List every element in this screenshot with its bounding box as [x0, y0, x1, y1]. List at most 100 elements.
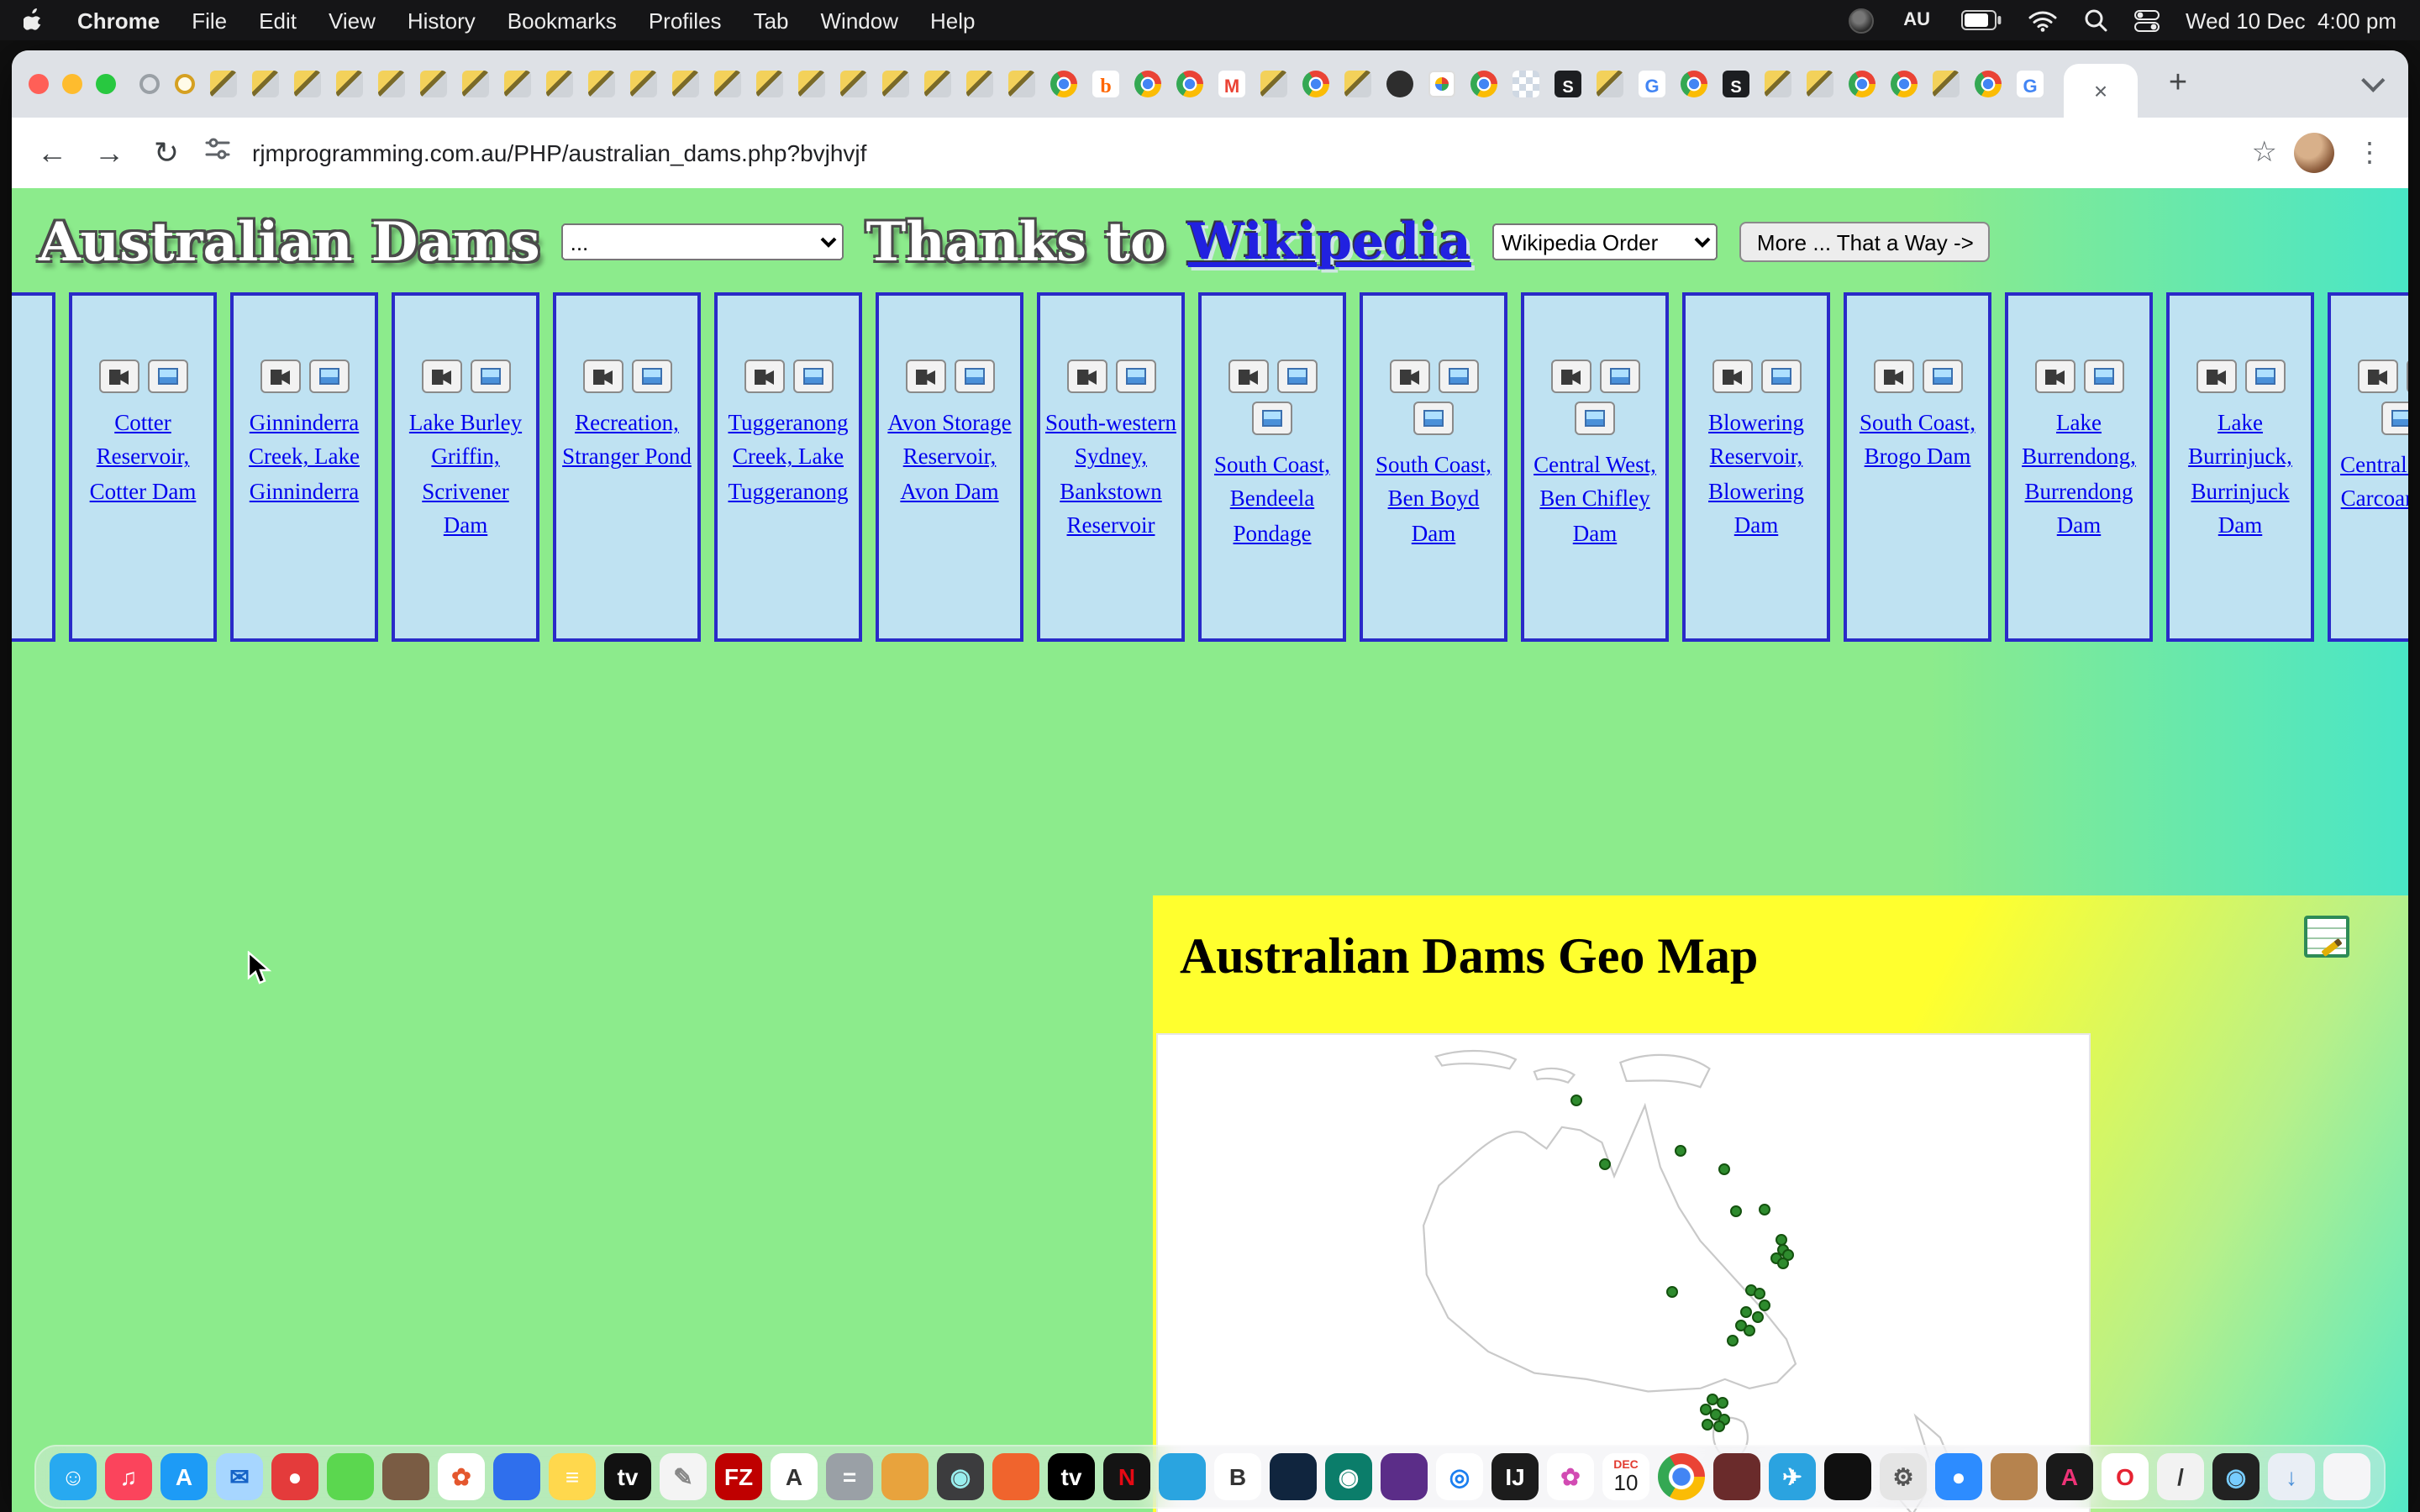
dock-icon-chrome[interactable]: [1658, 1453, 1705, 1500]
video-icon[interactable]: [2196, 360, 2236, 393]
tab-favicon-google[interactable]: [1639, 71, 1665, 97]
video-icon[interactable]: [1389, 360, 1429, 393]
tab-favicon-black[interactable]: [1386, 71, 1413, 97]
dock-icon-blue-circle-app[interactable]: [1159, 1453, 1206, 1500]
menu-item-profiles[interactable]: Profiles: [649, 8, 722, 33]
pic-icon[interactable]: [1115, 360, 1155, 393]
tab-favicon-tool[interactable]: [252, 71, 279, 97]
tab-favicon-tool[interactable]: [294, 71, 321, 97]
dam-link[interactable]: South Coast, Bendeela Pondage: [1202, 449, 1343, 551]
input-source-indicator[interactable]: AU: [1900, 10, 1933, 30]
pic-icon[interactable]: [1922, 360, 1962, 393]
menu-item-bookmarks[interactable]: Bookmarks: [508, 8, 617, 33]
tab-favicon-tool[interactable]: [714, 71, 741, 97]
tab-favicon-tool[interactable]: [1765, 71, 1791, 97]
tab-favicon-tool[interactable]: [630, 71, 657, 97]
tab-favicon-tool[interactable]: [1008, 71, 1035, 97]
dock-icon-black-app[interactable]: [1824, 1453, 1871, 1500]
wikipedia-link[interactable]: Wikipedia: [1188, 213, 1471, 271]
dock-icon-app-store[interactable]: A: [160, 1453, 208, 1500]
dock-icon-cd-app[interactable]: ◉: [2212, 1453, 2260, 1500]
menu-item-edit[interactable]: Edit: [259, 8, 297, 33]
tab-favicon-tool[interactable]: [378, 71, 405, 97]
video-icon[interactable]: [1228, 360, 1268, 393]
dock-icon-flower-app[interactable]: ✿: [1547, 1453, 1594, 1500]
tab-favicon-orange-b[interactable]: [1092, 71, 1119, 97]
pic-icon[interactable]: [470, 360, 510, 393]
pic-icon[interactable]: [1252, 402, 1292, 435]
tab-favicon-tool[interactable]: [924, 71, 951, 97]
tab-favicon-tool[interactable]: [504, 71, 531, 97]
video-icon[interactable]: [1550, 360, 1591, 393]
tab-favicon-chrome[interactable]: [1134, 71, 1161, 97]
dock-icon-maroon-app[interactable]: [1713, 1453, 1760, 1500]
dock-icon-tv[interactable]: tv: [604, 1453, 651, 1500]
pic-icon[interactable]: [308, 360, 349, 393]
dam-link[interactable]: Lake Burrendong, Burrendong Dam: [2008, 407, 2149, 543]
order-select[interactable]: Wikipedia Order: [1493, 223, 1718, 260]
dock-icon-brown-app[interactable]: [382, 1453, 429, 1500]
dock-icon-textedit[interactable]: ✎: [660, 1453, 707, 1500]
spotlight-search-icon[interactable]: [2083, 8, 2107, 32]
dam-marker[interactable]: [1719, 1164, 1731, 1176]
window-close-button[interactable]: [29, 74, 49, 94]
video-icon[interactable]: [1712, 360, 1752, 393]
tab-favicon-tool[interactable]: [588, 71, 615, 97]
video-icon[interactable]: [905, 360, 945, 393]
video-icon[interactable]: [98, 360, 139, 393]
tab-favicon-chrome[interactable]: [1681, 71, 1707, 97]
dam-select[interactable]: ...: [562, 223, 844, 260]
dock-icon-messages[interactable]: [327, 1453, 374, 1500]
menu-item-help[interactable]: Help: [930, 8, 976, 33]
dock-icon-orange-app[interactable]: [881, 1453, 929, 1500]
pic-icon[interactable]: [2406, 360, 2408, 393]
pic-icon[interactable]: [954, 360, 994, 393]
dam-marker[interactable]: [1758, 1203, 1770, 1215]
dock-icon-tan-app[interactable]: [1991, 1453, 2038, 1500]
dam-marker[interactable]: [1752, 1311, 1764, 1323]
active-tab[interactable]: ×: [2064, 64, 2138, 118]
dam-marker[interactable]: [1730, 1206, 1742, 1218]
tab-favicon-chrome[interactable]: [1302, 71, 1329, 97]
dam-marker[interactable]: [1754, 1289, 1766, 1300]
tab-favicon-tool[interactable]: [882, 71, 909, 97]
tab-favicon-dark-s[interactable]: [1723, 71, 1749, 97]
forward-button[interactable]: →: [89, 135, 129, 171]
tab-favicon-chrome[interactable]: [1176, 71, 1203, 97]
tab-favicon-tool[interactable]: [756, 71, 783, 97]
video-icon[interactable]: [1066, 360, 1107, 393]
video-icon[interactable]: [421, 360, 461, 393]
video-icon[interactable]: [2357, 360, 2397, 393]
dock-icon-filezilla[interactable]: FZ: [715, 1453, 762, 1500]
dock-icon-settings[interactable]: ⚙: [1880, 1453, 1927, 1500]
pic-icon[interactable]: [1413, 402, 1454, 435]
dam-link[interactable]: South Coast, Brogo Dam: [1847, 407, 1988, 475]
window-zoom-button[interactable]: [96, 74, 116, 94]
pic-icon[interactable]: [631, 360, 671, 393]
dam-link[interactable]: Central West, Ben Chifley Dam: [1524, 449, 1665, 551]
pic-icon[interactable]: [1760, 360, 1801, 393]
battery-icon[interactable]: [1960, 10, 2001, 30]
dock-icon-calculator[interactable]: =: [826, 1453, 873, 1500]
video-icon[interactable]: [1873, 360, 1913, 393]
dock-icon-teal-app[interactable]: ◉: [1325, 1453, 1372, 1500]
close-tab-icon[interactable]: ×: [2094, 79, 2107, 102]
pic-icon[interactable]: [1276, 360, 1317, 393]
tab-favicon-gold-ring[interactable]: [175, 74, 195, 94]
wifi-icon[interactable]: [2028, 9, 2056, 31]
dock-icon-bear[interactable]: B: [1214, 1453, 1261, 1500]
dam-link[interactable]: Central West, Carcoar Dam: [2331, 449, 2408, 517]
tab-favicon-chrome[interactable]: [1975, 71, 2002, 97]
menubar-extra-icon[interactable]: [1848, 8, 1873, 33]
pic-icon[interactable]: [147, 360, 187, 393]
tab-favicon-tool[interactable]: [966, 71, 993, 97]
tab-favicon-tool[interactable]: [1597, 71, 1623, 97]
tab-favicon-chrome[interactable]: [1891, 71, 1918, 97]
dock-icon-finder[interactable]: ☺: [50, 1453, 97, 1500]
dock-icon-netflix[interactable]: N: [1103, 1453, 1150, 1500]
dock-icon-notes[interactable]: ≡: [549, 1453, 596, 1500]
dock-icon-telegram[interactable]: ✈: [1769, 1453, 1816, 1500]
dock-icon-firefox[interactable]: [992, 1453, 1039, 1500]
dock-icon-opera[interactable]: O: [2102, 1453, 2149, 1500]
dam-marker[interactable]: [1713, 1420, 1725, 1432]
